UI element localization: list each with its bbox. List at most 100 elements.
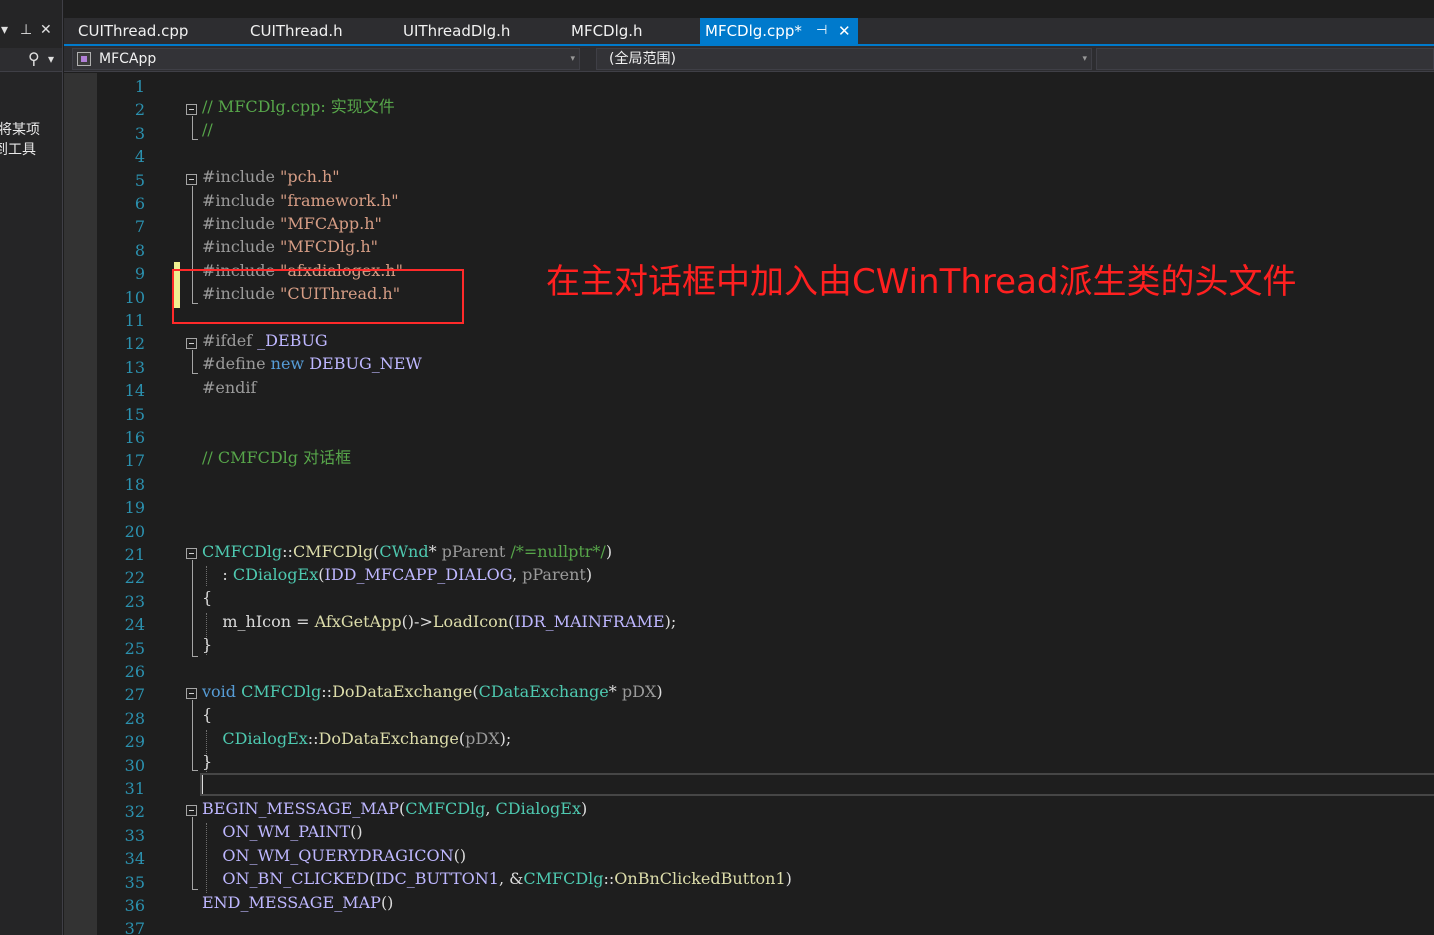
close-tab-icon[interactable]: ✕	[838, 18, 851, 44]
navigation-bar: MFCApp ▾ (全局范围) ▾	[64, 46, 1434, 72]
code-line: #endif	[202, 376, 256, 399]
macro-token: IDR_MAINFRAME	[514, 611, 665, 631]
tab-cuithread-h[interactable]: CUIThread.h	[250, 18, 390, 44]
line-number: 8	[134, 240, 145, 260]
brace-token: {	[202, 705, 213, 725]
string-token: "framework.h"	[280, 190, 399, 210]
fold-toggle-icon[interactable]	[186, 688, 197, 699]
operator-token: *	[428, 541, 437, 561]
comment-token: // MFCDlg.cpp: 实现文件	[202, 97, 395, 116]
member-dropdown[interactable]	[1096, 48, 1434, 70]
function-token: OnBnClickedButton1	[614, 869, 786, 889]
operator-token: ::	[603, 869, 615, 889]
fold-toggle-icon[interactable]	[186, 548, 197, 559]
panel-hint-line: 到工具	[0, 142, 36, 158]
panel-pin-icon[interactable]: ⊥	[20, 22, 32, 38]
code-line: // CMFCDlg 对话框	[202, 446, 351, 469]
code-line: #include "MFCDlg.h"	[202, 235, 378, 258]
fold-line	[192, 817, 193, 889]
tab-label: UIThreadDlg.h	[403, 22, 511, 40]
line-number: 23	[124, 591, 145, 611]
code-line: // MFCDlg.cpp: 实现文件	[202, 95, 395, 118]
code-line: ON_WM_QUERYDRAGICON()	[202, 844, 466, 867]
tab-cuithread-cpp[interactable]: CUIThread.cpp	[78, 18, 238, 44]
fold-toggle-icon[interactable]	[186, 174, 197, 185]
fold-toggle-icon[interactable]	[186, 104, 197, 115]
search-options-icon[interactable]: ▾	[48, 52, 54, 66]
chevron-down-icon: ▾	[1082, 54, 1087, 64]
string-token: "MFCApp.h"	[280, 214, 382, 233]
line-number: 20	[124, 521, 145, 541]
code-editor[interactable]: 1 2 3 4 5 6 7 8 9 10 11 12 13 14 15 16 1…	[64, 73, 1434, 935]
scope-dropdown[interactable]: (全局范围) ▾	[596, 48, 1092, 70]
fold-toggle-icon[interactable]	[186, 805, 197, 816]
code-line: #include "MFCApp.h"	[202, 212, 382, 235]
macro-token: BEGIN_MESSAGE_MAP	[202, 799, 399, 818]
operator-token: )	[580, 799, 588, 818]
code-line: ON_WM_PAINT()	[202, 820, 362, 843]
panel-header: ▾ ⊥ ✕	[0, 20, 62, 44]
operator-token: &	[509, 869, 524, 889]
operator-token: :	[222, 565, 233, 584]
pin-tab-icon[interactable]: ⊣	[816, 18, 827, 44]
annotation-text: 在主对话框中加入由CWinThread派生类的头文件	[546, 262, 1297, 302]
fold-end	[192, 889, 198, 890]
project-name: MFCApp	[99, 51, 157, 67]
line-number: 36	[124, 896, 145, 915]
string-token: "MFCDlg.h"	[280, 237, 379, 257]
code-line: #include "pch.h"	[202, 165, 340, 188]
function-token: DoDataExchange	[332, 682, 473, 701]
line-number: 14	[124, 381, 145, 401]
type-token: CDialogEx	[495, 799, 581, 818]
tab-label: CUIThread.h	[250, 22, 343, 40]
directive-token: #endif	[202, 377, 257, 397]
panel-dropdown-icon[interactable]: ▾	[1, 22, 8, 38]
keyword-token: void	[202, 682, 237, 701]
line-number: 21	[124, 545, 145, 564]
project-dropdown[interactable]: MFCApp ▾	[72, 48, 580, 70]
line-number: 18	[124, 474, 145, 494]
operator-token: ::	[307, 728, 319, 748]
operator-token: ;	[670, 611, 677, 631]
tab-mfcdlg-h[interactable]: MFCDlg.h	[571, 18, 681, 44]
search-icon[interactable]: ⚲	[28, 49, 40, 68]
line-number: 25	[124, 638, 145, 658]
code-line: : CDialogEx(IDD_MFCAPP_DIALOG, pParent)	[202, 563, 592, 586]
line-number: 1	[134, 77, 145, 96]
comment-token: //	[202, 120, 213, 140]
current-line-highlight	[200, 773, 1434, 796]
indicator-margin	[64, 73, 97, 935]
line-number: 28	[124, 708, 145, 728]
line-number: 4	[134, 147, 145, 167]
operator-token: ()	[380, 892, 394, 912]
line-number: 13	[124, 357, 145, 377]
parameter-token: pDX	[621, 682, 657, 701]
tab-mfcdlg-cpp[interactable]: MFCDlg.cpp* ⊣ ✕	[700, 18, 858, 44]
line-number: 2	[134, 100, 145, 120]
code-line: #include "framework.h"	[202, 189, 399, 212]
operator-token: )	[605, 541, 613, 561]
function-token: CMFCDlg	[292, 541, 374, 561]
panel-close-icon[interactable]: ✕	[40, 22, 52, 38]
operator-token: =	[291, 611, 315, 631]
code-line: #define new DEBUG_NEW	[202, 352, 422, 375]
tab-uithreaddlg-h[interactable]: UIThreadDlg.h	[403, 18, 553, 44]
line-number: 34	[124, 849, 145, 869]
keyword-token: new	[270, 354, 305, 374]
line-number: 15	[124, 404, 145, 424]
line-number: 3	[134, 123, 145, 143]
code-line: }	[202, 633, 212, 656]
macro-token: _DEBUG	[257, 331, 328, 350]
code-line: //	[202, 118, 213, 141]
line-number: 29	[124, 732, 145, 752]
panel-hint-line: 将某项	[0, 122, 40, 138]
solution-explorer-panel: ▾ ⊥ ✕ ⚲ ▾ 将某项 到工具	[0, 0, 63, 935]
type-token: CDialogEx	[232, 565, 319, 584]
line-number: 24	[124, 615, 145, 635]
fold-line	[192, 116, 193, 139]
code-line: BEGIN_MESSAGE_MAP(CMFCDlg, CDialogEx)	[202, 797, 587, 820]
fold-toggle-icon[interactable]	[186, 338, 197, 349]
tab-label: MFCDlg.h	[571, 22, 643, 40]
panel-search-bar[interactable]: ⚲ ▾	[0, 48, 62, 72]
chevron-down-icon: ▾	[570, 54, 575, 64]
